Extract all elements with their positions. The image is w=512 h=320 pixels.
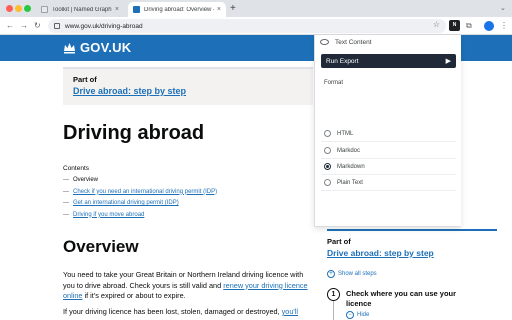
contents-item: — Overview	[63, 177, 99, 183]
contents-item-text: Overview	[73, 177, 99, 183]
step-title[interactable]: Check where you can use your licence	[346, 289, 476, 308]
run-export-label: Run Export	[326, 57, 359, 65]
run-export-button[interactable]: Run Export ▶	[321, 54, 456, 68]
format-option-html[interactable]: HTML	[321, 126, 456, 142]
sidebar-part-of-label: Part of	[327, 237, 351, 246]
radio-button[interactable]	[324, 130, 331, 137]
govuk-logo[interactable]: GOV.UK	[63, 40, 131, 55]
paragraph-text: if it's expired or about to expire.	[82, 291, 186, 300]
tab-title: Toolkit | Named Graph	[52, 6, 112, 13]
overview-paragraph: You need to take your Great Britain or N…	[63, 270, 313, 302]
profile-avatar[interactable]	[484, 21, 494, 31]
window-close-button[interactable]	[6, 5, 13, 12]
radio-button[interactable]	[324, 179, 331, 186]
extension-popup: Text Content Run Export ▶ Format HTML Ma…	[314, 35, 461, 227]
paragraph-text: If your driving licence has been lost, s…	[63, 307, 282, 316]
browser-toolbar: ← → ↻ www.gov.uk/driving-abroad ☆ N ⧉ ⋮	[0, 17, 512, 35]
format-option-label: Markdown	[337, 163, 365, 170]
forward-arrow-icon[interactable]: →	[20, 20, 28, 32]
step-connector-line	[333, 301, 334, 320]
plus-circle-icon: +	[327, 270, 335, 278]
format-option-label: Markdoc	[337, 147, 361, 154]
sidebar-step-by-step-link[interactable]: Drive abroad: step by step	[327, 248, 497, 258]
contents-link[interactable]: Get an international driving permit (IDP…	[73, 200, 179, 206]
back-arrow-icon[interactable]: ←	[6, 20, 14, 32]
contents-item[interactable]: — Check if you need an international driv…	[63, 188, 217, 200]
chevron-down-icon[interactable]: ⌄	[500, 4, 506, 12]
contents-link[interactable]: Check if you need an international drivi…	[73, 189, 217, 195]
kebab-menu-icon[interactable]: ⋮	[500, 20, 508, 31]
browser-tab-driving-abroad[interactable]: Driving abroad: Overview - G ×	[128, 2, 226, 17]
contents-item[interactable]: — Get an international driving permit (ID…	[63, 199, 217, 211]
format-option-label: Plain Text	[337, 179, 363, 186]
bookmark-star-icon[interactable]: ☆	[433, 20, 440, 29]
brand-name: GOV.UK	[80, 40, 132, 55]
url-text: www.gov.uk/driving-abroad	[65, 22, 143, 30]
browser-tab-bar: Toolkit | Named Graph × Driving abroad: …	[0, 0, 512, 17]
replace-licence-link[interactable]: you'll	[282, 307, 298, 316]
format-option-label: HTML	[337, 130, 354, 137]
tab-close-icon[interactable]: ×	[115, 6, 119, 13]
hide-label: Hide	[357, 312, 370, 318]
govuk-favicon-icon	[133, 6, 140, 13]
show-all-steps-label: Show all steps	[338, 271, 377, 277]
address-bar[interactable]: www.gov.uk/driving-abroad ☆	[48, 19, 446, 33]
crown-icon	[64, 42, 75, 53]
minus-circle-icon: −	[346, 311, 354, 319]
format-option-plain-text[interactable]: Plain Text	[321, 175, 456, 191]
contents-item[interactable]: — Driving if you move abroad	[63, 211, 217, 223]
window-zoom-button[interactable]	[24, 5, 31, 12]
radio-button-selected[interactable]	[324, 163, 331, 170]
browser-tab-toolkit[interactable]: Toolkit | Named Graph ×	[36, 2, 124, 17]
play-icon: ▶	[445, 58, 451, 65]
tab-close-icon[interactable]: ×	[217, 6, 221, 13]
show-all-steps-button[interactable]: + Show all steps	[327, 270, 377, 278]
lost-licence-paragraph: If your driving licence has been lost, s…	[63, 307, 313, 318]
tab-title: Driving abroad: Overview - G	[144, 6, 214, 13]
step-number-badge: 1	[327, 288, 340, 301]
part-of-box: Part of Drive abroad: step by step	[63, 67, 313, 105]
contents-list: — Overview — Check if you need an internat…	[63, 176, 217, 222]
contents-link[interactable]: Driving if you move abroad	[73, 212, 144, 218]
contents-title: Contents	[63, 165, 90, 172]
window-minimize-button[interactable]	[15, 5, 22, 12]
plus-icon[interactable]: +	[230, 3, 236, 14]
reload-icon[interactable]: ↻	[34, 20, 41, 32]
page-favicon-icon	[41, 6, 48, 13]
popup-header-title: Text Content	[335, 38, 372, 46]
extension-icon[interactable]: N	[449, 20, 460, 31]
site-info-icon[interactable]	[54, 23, 60, 29]
format-label: Format	[324, 80, 344, 86]
format-option-markdoc[interactable]: Markdoc	[321, 143, 456, 159]
format-option-markdown[interactable]: Markdown	[321, 159, 456, 175]
popup-header: Text Content	[315, 35, 461, 49]
puzzle-icon[interactable]: ⧉	[466, 20, 476, 31]
step-by-step-link[interactable]: Drive abroad: step by step	[73, 86, 303, 96]
part-of-label: Part of	[73, 75, 97, 84]
radio-button[interactable]	[324, 147, 331, 154]
page-title: Driving abroad	[63, 122, 205, 144]
eye-icon	[320, 39, 329, 45]
overview-heading: Overview	[63, 237, 139, 256]
hide-step-button[interactable]: − Hide	[346, 311, 369, 319]
